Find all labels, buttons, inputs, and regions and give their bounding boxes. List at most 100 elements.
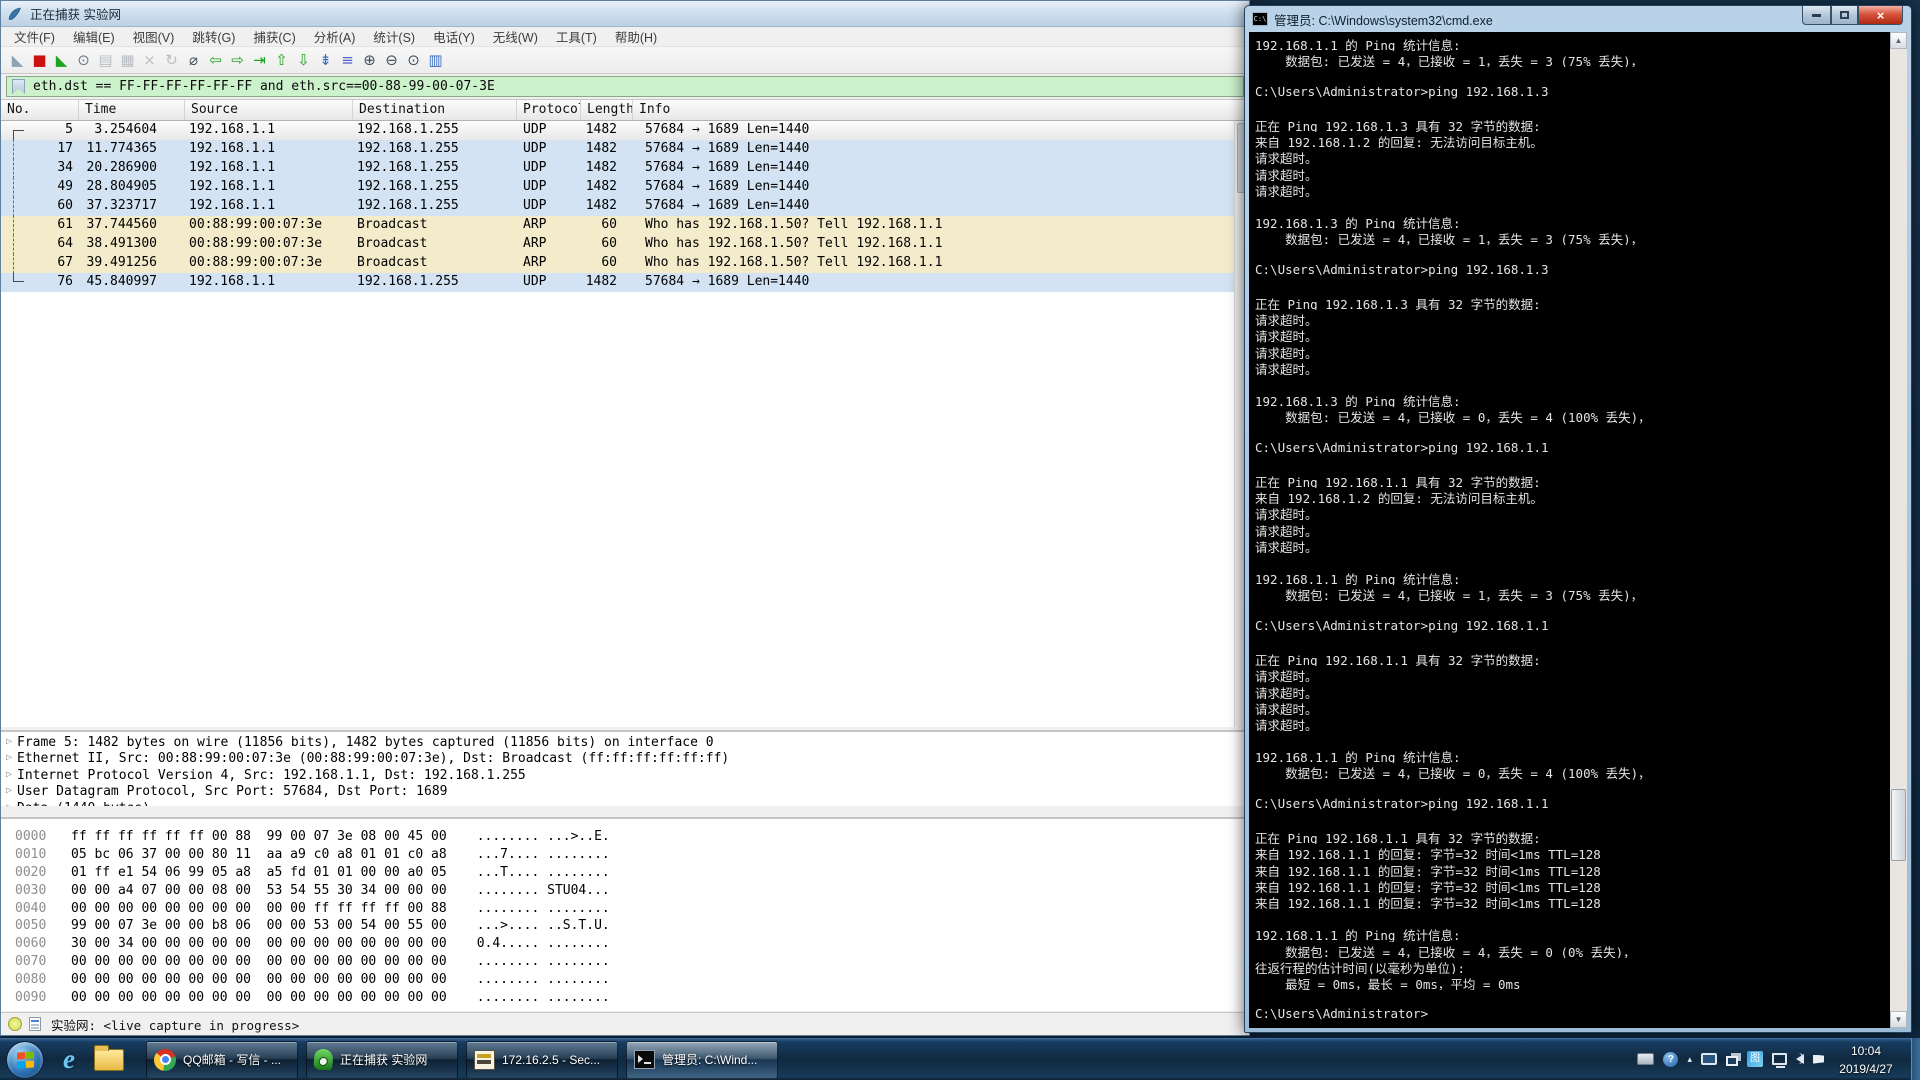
detail-line[interactable]: ▷Ethernet II, Src: 00:88:99:00:07:3e (00… — [1, 751, 1249, 767]
packet-row[interactable]: 61 37.744560 00:88:99:00:07:3e Broadcast… — [1, 216, 1249, 235]
cmd-scrollbar[interactable]: ▲ ▼ — [1890, 32, 1907, 1028]
hex-row[interactable]: 006030 00 34 00 00 00 00 00 00 00 00 00 … — [15, 936, 1249, 954]
expander-icon[interactable]: ▷ — [1, 784, 17, 800]
detail-line[interactable]: ▷Frame 5: 1482 bytes on wire (11856 bits… — [1, 735, 1249, 751]
colorize-icon[interactable]: ≡ — [337, 50, 358, 70]
hex-row[interactable]: 001005 bc 06 37 00 00 80 11 aa a9 c0 a8 … — [15, 847, 1249, 865]
windows-explorer-icon[interactable] — [92, 1043, 126, 1077]
cmd-titlebar[interactable]: C:\ 管理员: C:\Windows\system32\cmd.exe × — [1245, 6, 1911, 32]
start-capture-icon[interactable]: ◣ — [7, 50, 28, 70]
capture-comment-icon[interactable] — [29, 1017, 41, 1031]
console-line: 正在 Ping 192.168.1.3 具有 32 字节的数据: — [1255, 116, 1885, 132]
find-packet-icon[interactable]: ⌀ — [183, 50, 204, 70]
hex-row[interactable]: 004000 00 00 00 00 00 00 00 00 00 ff ff … — [15, 901, 1249, 919]
column-header-length[interactable]: Length — [581, 100, 633, 120]
packet-row[interactable]: 34 20.286900 192.168.1.1 192.168.1.255 U… — [1, 159, 1249, 178]
close-file-icon[interactable]: × — [139, 50, 160, 70]
resize-columns-icon[interactable]: ▥ — [425, 50, 446, 70]
taskbar-clock[interactable]: 10:04 2019/4/27 — [1826, 1042, 1906, 1078]
stop-capture-icon[interactable]: ■ — [29, 50, 50, 70]
go-to-packet-icon[interactable]: ⇥ — [249, 50, 270, 70]
save-file-icon[interactable]: ▦ — [117, 50, 138, 70]
column-header-info[interactable]: Info — [633, 100, 1249, 120]
wireshark-titlebar[interactable]: 正在捕获 实验网 — [1, 1, 1249, 27]
taskbar-button-qq-mail[interactable]: QQ邮箱 - 写信 - ... — [146, 1041, 298, 1079]
detail-line[interactable]: ▷User Datagram Protocol, Src Port: 57684… — [1, 784, 1249, 800]
menu-edit[interactable]: 编辑(E) — [64, 25, 124, 48]
packet-rows: 5 3.254604 192.168.1.1 192.168.1.255 UDP… — [1, 121, 1249, 292]
packet-row[interactable]: 49 28.804905 192.168.1.1 192.168.1.255 U… — [1, 178, 1249, 197]
packet-row[interactable]: 60 37.323717 192.168.1.1 192.168.1.255 U… — [1, 197, 1249, 216]
console-line: 来自 192.168.1.1 的回复: 字节=32 时间<1ms TTL=128 — [1255, 893, 1885, 909]
taskbar-button-cmd[interactable]: 管理员: C:\Wind... — [626, 1041, 778, 1079]
maximize-button[interactable] — [1831, 6, 1858, 25]
capture-properties-icon[interactable] — [8, 1017, 22, 1031]
packet-row[interactable]: 17 11.774365 192.168.1.1 192.168.1.255 U… — [1, 140, 1249, 159]
hex-row[interactable]: 009000 00 00 00 00 00 00 00 00 00 00 00 … — [15, 990, 1249, 1008]
menu-help[interactable]: 帮助(H) — [606, 25, 666, 48]
zoom-100-icon[interactable]: ⊙ — [403, 50, 424, 70]
menu-statistics[interactable]: 统计(S) — [364, 25, 424, 48]
hex-row[interactable]: 002001 ff e1 54 06 99 05 a8 a5 fd 01 01 … — [15, 865, 1249, 883]
auto-scroll-icon[interactable]: ⇟ — [315, 50, 336, 70]
column-header-source[interactable]: Source — [185, 100, 353, 120]
go-forward-icon[interactable]: ⇨ — [227, 50, 248, 70]
detail-line[interactable]: ▷Internet Protocol Version 4, Src: 192.1… — [1, 768, 1249, 784]
zoom-in-icon[interactable]: ⊕ — [359, 50, 380, 70]
packet-row[interactable]: 76 45.840997 192.168.1.1 192.168.1.255 U… — [1, 273, 1249, 292]
menu-go[interactable]: 跳转(G) — [183, 25, 244, 48]
hex-row[interactable]: 005099 00 07 3e 00 00 b8 06 00 00 53 00 … — [15, 918, 1249, 936]
detail-line[interactable]: ▷Data (1440 bytes) — [1, 801, 1249, 806]
open-file-icon[interactable]: ▤ — [95, 50, 116, 70]
packet-row[interactable]: 67 39.491256 00:88:99:00:07:3e Broadcast… — [1, 254, 1249, 273]
menu-tools[interactable]: 工具(T) — [547, 25, 606, 48]
expander-icon[interactable]: ▷ — [1, 768, 17, 784]
taskbar-button-securecrt[interactable]: 172.16.2.5 - Sec... — [466, 1041, 618, 1079]
menu-view[interactable]: 视图(V) — [124, 25, 184, 48]
console-line: 请求超时。 — [1255, 699, 1885, 715]
capture-options-icon[interactable]: ⊙ — [73, 50, 94, 70]
column-header-time[interactable]: Time — [79, 100, 185, 120]
zoom-out-icon[interactable]: ⊖ — [381, 50, 402, 70]
restart-capture-icon[interactable]: ◣ — [51, 50, 72, 70]
expander-icon[interactable]: ▷ — [1, 751, 17, 767]
column-header-no[interactable]: No. — [1, 100, 79, 120]
go-last-icon[interactable]: ⇩ — [293, 50, 314, 70]
menu-capture[interactable]: 捕获(C) — [244, 25, 304, 48]
hex-row[interactable]: 0000ff ff ff ff ff ff 00 88 99 00 07 3e … — [15, 829, 1249, 847]
menu-wireless[interactable]: 无线(W) — [484, 25, 547, 48]
cmd-scrollbar-thumb[interactable] — [1891, 789, 1906, 861]
go-back-icon[interactable]: ⇦ — [205, 50, 226, 70]
go-first-icon[interactable]: ⇧ — [271, 50, 292, 70]
hex-row[interactable]: 003000 00 a4 07 00 00 08 00 53 54 55 30 … — [15, 883, 1249, 901]
hex-row[interactable]: 007000 00 00 00 00 00 00 00 00 00 00 00 … — [15, 954, 1249, 972]
windows-switch-icon — [1726, 1056, 1738, 1066]
internet-explorer-icon[interactable]: e — [52, 1043, 86, 1077]
display-filter-input[interactable]: eth.dst == FF-FF-FF-FF-FF-FF and eth.src… — [6, 76, 1244, 97]
filter-bookmark-icon[interactable] — [12, 79, 25, 94]
hex-offset: 0080 — [15, 972, 57, 987]
wireshark-statusbar: 实验网: <live capture in progress> — [1, 1012, 1249, 1035]
hex-row[interactable]: 008000 00 00 00 00 00 00 00 00 00 00 00 … — [15, 972, 1249, 990]
start-button[interactable] — [6, 1041, 44, 1079]
menu-telephony[interactable]: 电话(Y) — [424, 25, 484, 48]
scroll-down-arrow[interactable]: ▼ — [1890, 1011, 1907, 1028]
menu-analyze[interactable]: 分析(A) — [305, 25, 365, 48]
reload-file-icon[interactable]: ↻ — [161, 50, 182, 70]
expander-icon[interactable]: ▷ — [1, 801, 17, 806]
taskbar-button-wireshark[interactable]: 正在捕获 实验网 — [306, 1041, 458, 1079]
column-header-destination[interactable]: Destination — [353, 100, 517, 120]
console-line: 请求超时。 — [1255, 343, 1885, 359]
column-header-protocol[interactable]: Protocol — [517, 100, 581, 120]
packet-row[interactable]: 64 38.491300 00:88:99:00:07:3e Broadcast… — [1, 235, 1249, 254]
scroll-up-arrow[interactable]: ▲ — [1890, 32, 1907, 49]
packet-row[interactable]: 5 3.254604 192.168.1.1 192.168.1.255 UDP… — [1, 121, 1249, 140]
close-icon: × — [1877, 8, 1885, 23]
menu-file[interactable]: 文件(F) — [5, 25, 64, 48]
show-desktop-button[interactable] — [1911, 1038, 1920, 1080]
task-button-icon — [634, 1050, 655, 1069]
expander-icon[interactable]: ▷ — [1, 735, 17, 751]
minimize-button[interactable] — [1802, 6, 1831, 25]
close-button[interactable]: × — [1858, 6, 1903, 25]
console-line: 请求超时。 — [1255, 148, 1885, 164]
